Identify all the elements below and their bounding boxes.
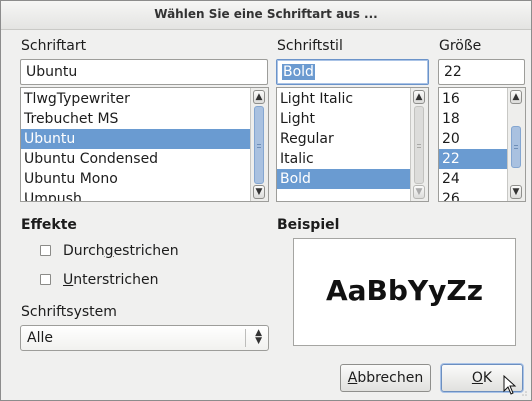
scrollbar-thumb[interactable] <box>511 126 521 168</box>
preview-area: AaBbYyZz <box>293 238 516 346</box>
underline-label: Unterstrichen <box>63 272 159 288</box>
style-list[interactable]: Light Italic Light Regular Italic Bold ▲… <box>276 87 429 202</box>
style-input-value: Bold <box>282 64 315 80</box>
script-combobox[interactable]: Alle ▲ ▼ <box>20 325 269 351</box>
strikethrough-checkbox[interactable] <box>40 245 51 256</box>
scrollbar-thumb[interactable] <box>414 106 424 184</box>
list-item[interactable]: Umpush <box>21 189 251 201</box>
list-item[interactable]: 22 <box>439 149 508 169</box>
style-input[interactable]: Bold <box>276 59 429 85</box>
list-item[interactable]: Regular <box>277 129 411 149</box>
size-list[interactable]: 16 18 20 22 24 26 ▲ ▼ <box>438 87 526 202</box>
chevron-up-icon[interactable]: ▲ <box>510 90 522 104</box>
chevron-up-icon[interactable]: ▲ <box>413 90 425 104</box>
chevron-down-icon[interactable]: ▼ <box>413 185 425 199</box>
list-item[interactable]: Italic <box>277 149 411 169</box>
size-input-value: 22 <box>444 64 462 80</box>
preview-sample: AaBbYyZz <box>325 274 484 307</box>
list-item[interactable]: Light Italic <box>277 89 411 109</box>
chevron-down-icon[interactable]: ▼ <box>253 185 265 199</box>
chevron-down-icon[interactable]: ▼ <box>510 185 522 199</box>
list-item[interactable]: Ubuntu <box>21 129 251 149</box>
list-item[interactable]: 24 <box>439 169 508 189</box>
list-item[interactable]: 16 <box>439 89 508 109</box>
list-item[interactable]: Ubuntu Mono <box>21 169 251 189</box>
style-scrollbar[interactable]: ▲ ▼ <box>410 88 428 201</box>
list-item[interactable]: 26 <box>439 189 508 201</box>
list-item[interactable]: TlwgTypewriter <box>21 89 251 109</box>
list-item[interactable]: Bold <box>277 169 411 189</box>
resize-grip-icon[interactable] <box>518 387 528 397</box>
size-scrollbar[interactable]: ▲ ▼ <box>507 88 525 201</box>
list-item[interactable]: Ubuntu Condensed <box>21 149 251 169</box>
strikethrough-checkbox-row[interactable]: Durchgestrichen <box>40 241 220 261</box>
list-item[interactable]: Light <box>277 109 411 129</box>
family-scrollbar[interactable]: ▲ ▼ <box>250 88 268 201</box>
script-label: Schriftsystem <box>21 304 117 320</box>
window-title[interactable]: Wählen Sie eine Schriftart aus ... <box>1 1 531 30</box>
list-item[interactable]: 18 <box>439 109 508 129</box>
style-label: Schriftstil <box>277 38 343 54</box>
family-input[interactable]: Ubuntu <box>20 59 268 85</box>
scrollbar-thumb[interactable] <box>254 106 264 184</box>
size-label: Größe <box>439 38 482 54</box>
underline-checkbox[interactable] <box>40 274 51 285</box>
cancel-button[interactable]: Abbrechen <box>340 364 431 392</box>
family-input-value: Ubuntu <box>26 64 78 80</box>
underline-checkbox-row[interactable]: Unterstrichen <box>40 270 220 290</box>
size-input[interactable]: 22 <box>438 59 525 85</box>
chevron-up-icon[interactable]: ▲ <box>253 90 265 104</box>
family-label: Schriftart <box>21 38 87 54</box>
family-list[interactable]: TlwgTypewriter Trebuchet MS Ubuntu Ubunt… <box>20 87 269 202</box>
updown-arrows-icon: ▲ ▼ <box>255 328 262 346</box>
font-chooser-dialog: Wählen Sie eine Schriftart aus ... Schri… <box>0 0 532 401</box>
list-item[interactable]: 20 <box>439 129 508 149</box>
preview-heading: Beispiel <box>277 217 340 233</box>
list-item[interactable]: Trebuchet MS <box>21 109 251 129</box>
effects-heading: Effekte <box>21 217 77 233</box>
strikethrough-label: Durchgestrichen <box>63 243 179 259</box>
script-value: Alle <box>27 330 53 346</box>
mouse-pointer-icon <box>503 375 517 395</box>
